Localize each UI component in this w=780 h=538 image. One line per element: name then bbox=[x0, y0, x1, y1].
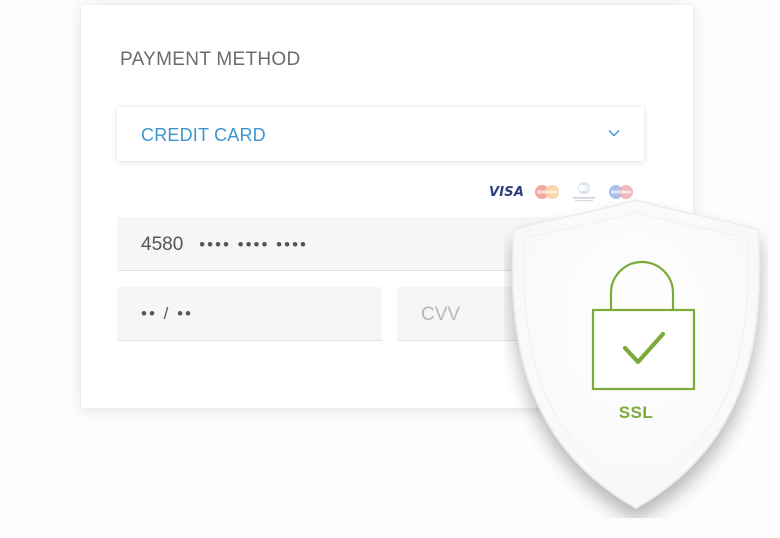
payment-method-value: CREDIT CARD bbox=[141, 125, 266, 145]
ssl-security-badge: SSL bbox=[504, 198, 768, 518]
stage: PAYMENT METHOD CREDIT CARD VISA 4580 •••… bbox=[0, 0, 780, 538]
shield-icon bbox=[511, 199, 761, 509]
cvv-placeholder: CVV bbox=[421, 304, 461, 325]
card-number-value: 4580 •••• •••• •••• bbox=[141, 234, 308, 256]
expiry-value: •• / •• bbox=[141, 304, 193, 323]
ssl-label: SSL bbox=[618, 403, 654, 422]
card-number-masked: •••• •••• •••• bbox=[199, 235, 308, 254]
payment-method-dropdown[interactable]: CREDIT CARD bbox=[117, 107, 644, 161]
section-title: PAYMENT METHOD bbox=[120, 49, 301, 70]
card-number-prefix: 4580 bbox=[141, 234, 184, 255]
expiry-field[interactable]: •• / •• bbox=[117, 287, 382, 341]
chevron-down-icon bbox=[608, 130, 620, 137]
